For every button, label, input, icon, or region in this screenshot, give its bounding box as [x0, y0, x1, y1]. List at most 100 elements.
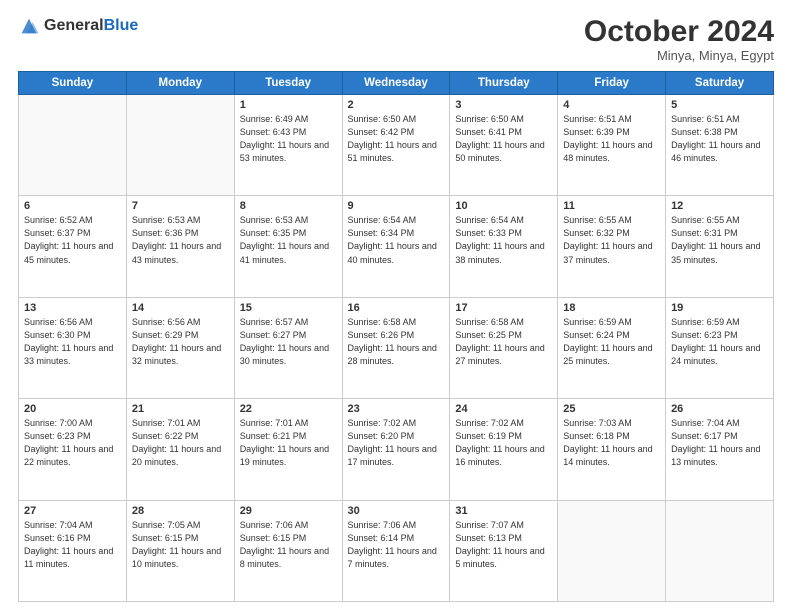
day-number: 23	[348, 403, 445, 415]
day-info: Sunrise: 6:55 AM Sunset: 6:32 PM Dayligh…	[563, 214, 660, 266]
day-info: Sunrise: 7:07 AM Sunset: 6:13 PM Dayligh…	[455, 519, 552, 571]
calendar-cell: 7Sunrise: 6:53 AM Sunset: 6:36 PM Daylig…	[126, 196, 234, 297]
calendar-week-2: 6 Sunrise: 6:52 AM Sunset: 6:37 PM Daylig…	[19, 196, 774, 297]
day-info: Sunrise: 7:04 AM Sunset: 6:17 PM Dayligh…	[671, 417, 768, 469]
logo-blue: Blue	[104, 17, 139, 34]
calendar-cell: 9 Sunrise: 6:54 AM Sunset: 6:34 PM Daylig…	[342, 196, 450, 297]
calendar-cell: 18 Sunrise: 6:59 AM Sunset: 6:24 PM Dayli…	[558, 297, 666, 398]
day-number: 5	[671, 99, 768, 111]
calendar-cell: 1Sunrise: 6:49 AM Sunset: 6:43 PM Daylig…	[234, 95, 342, 196]
calendar-cell: 26 Sunrise: 7:04 AM Sunset: 6:17 PM Dayli…	[666, 399, 774, 500]
day-info: Sunrise: 6:49 AM Sunset: 6:43 PM Dayligh…	[240, 113, 337, 165]
day-number: 13	[24, 302, 121, 314]
weekday-header-saturday: Saturday	[666, 72, 774, 95]
day-info: Sunrise: 7:02 AM Sunset: 6:19 PM Dayligh…	[455, 417, 552, 469]
page: GeneralBlue October 2024 Minya, Minya, E…	[0, 0, 792, 612]
day-info: Sunrise: 6:54 AM Sunset: 6:34 PM Dayligh…	[348, 214, 445, 266]
day-number: 2	[348, 99, 445, 111]
day-info: Sunrise: 7:00 AM Sunset: 6:23 PM Dayligh…	[24, 417, 121, 469]
weekday-header-thursday: Thursday	[450, 72, 558, 95]
weekday-header-sunday: Sunday	[19, 72, 127, 95]
calendar-cell: 31 Sunrise: 7:07 AM Sunset: 6:13 PM Dayli…	[450, 500, 558, 601]
calendar-cell: 5 Sunrise: 6:51 AM Sunset: 6:38 PM Daylig…	[666, 95, 774, 196]
day-info: Sunrise: 6:53 AM Sunset: 6:35 PM Dayligh…	[240, 214, 337, 266]
calendar-cell: 12 Sunrise: 6:55 AM Sunset: 6:31 PM Dayli…	[666, 196, 774, 297]
day-info: Sunrise: 7:02 AM Sunset: 6:20 PM Dayligh…	[348, 417, 445, 469]
calendar-cell	[558, 500, 666, 601]
day-info: Sunrise: 6:50 AM Sunset: 6:41 PM Dayligh…	[455, 113, 552, 165]
calendar-cell: 14 Sunrise: 6:56 AM Sunset: 6:29 PM Dayli…	[126, 297, 234, 398]
location-subtitle: Minya, Minya, Egypt	[584, 48, 774, 63]
day-info: Sunrise: 6:58 AM Sunset: 6:26 PM Dayligh…	[348, 316, 445, 368]
month-title: October 2024	[584, 15, 774, 48]
day-number: 3	[455, 99, 552, 111]
day-info: Sunrise: 6:56 AM Sunset: 6:30 PM Dayligh…	[24, 316, 121, 368]
day-number: 10	[455, 200, 552, 212]
calendar-cell: 23 Sunrise: 7:02 AM Sunset: 6:20 PM Dayli…	[342, 399, 450, 500]
day-info: Sunrise: 7:06 AM Sunset: 6:15 PM Dayligh…	[240, 519, 337, 571]
weekday-header-monday: Monday	[126, 72, 234, 95]
calendar-week-5: 27Sunrise: 7:04 AM Sunset: 6:16 PM Dayli…	[19, 500, 774, 601]
calendar-week-1: 1Sunrise: 6:49 AM Sunset: 6:43 PM Daylig…	[19, 95, 774, 196]
day-info: Sunrise: 7:05 AM Sunset: 6:15 PM Dayligh…	[132, 519, 229, 571]
calendar-cell	[666, 500, 774, 601]
day-info: Sunrise: 6:52 AM Sunset: 6:37 PM Dayligh…	[24, 214, 121, 266]
calendar-cell: 11Sunrise: 6:55 AM Sunset: 6:32 PM Dayli…	[558, 196, 666, 297]
calendar-cell: 3 Sunrise: 6:50 AM Sunset: 6:41 PM Daylig…	[450, 95, 558, 196]
day-number: 12	[671, 200, 768, 212]
day-info: Sunrise: 6:56 AM Sunset: 6:29 PM Dayligh…	[132, 316, 229, 368]
day-info: Sunrise: 6:51 AM Sunset: 6:38 PM Dayligh…	[671, 113, 768, 165]
calendar-cell: 28 Sunrise: 7:05 AM Sunset: 6:15 PM Dayli…	[126, 500, 234, 601]
calendar-cell: 8 Sunrise: 6:53 AM Sunset: 6:35 PM Daylig…	[234, 196, 342, 297]
logo-icon	[18, 15, 40, 37]
day-number: 17	[455, 302, 552, 314]
day-info: Sunrise: 7:01 AM Sunset: 6:21 PM Dayligh…	[240, 417, 337, 469]
weekday-header-tuesday: Tuesday	[234, 72, 342, 95]
calendar-cell: 22Sunrise: 7:01 AM Sunset: 6:21 PM Dayli…	[234, 399, 342, 500]
calendar-cell: 25 Sunrise: 7:03 AM Sunset: 6:18 PM Dayli…	[558, 399, 666, 500]
calendar-cell: 16 Sunrise: 6:58 AM Sunset: 6:26 PM Dayli…	[342, 297, 450, 398]
day-info: Sunrise: 7:03 AM Sunset: 6:18 PM Dayligh…	[563, 417, 660, 469]
weekday-header-wednesday: Wednesday	[342, 72, 450, 95]
day-info: Sunrise: 7:06 AM Sunset: 6:14 PM Dayligh…	[348, 519, 445, 571]
calendar-week-3: 13 Sunrise: 6:56 AM Sunset: 6:30 PM Dayli…	[19, 297, 774, 398]
calendar-cell: 24Sunrise: 7:02 AM Sunset: 6:19 PM Dayli…	[450, 399, 558, 500]
day-number: 18	[563, 302, 660, 314]
day-number: 19	[671, 302, 768, 314]
day-number: 31	[455, 505, 552, 517]
day-info: Sunrise: 6:51 AM Sunset: 6:39 PM Dayligh…	[563, 113, 660, 165]
day-number: 27	[24, 505, 121, 517]
day-info: Sunrise: 6:55 AM Sunset: 6:31 PM Dayligh…	[671, 214, 768, 266]
day-number: 25	[563, 403, 660, 415]
title-area: October 2024 Minya, Minya, Egypt	[584, 15, 774, 63]
day-number: 20	[24, 403, 121, 415]
calendar-cell: 6 Sunrise: 6:52 AM Sunset: 6:37 PM Daylig…	[19, 196, 127, 297]
day-number: 28	[132, 505, 229, 517]
calendar-week-4: 20 Sunrise: 7:00 AM Sunset: 6:23 PM Dayli…	[19, 399, 774, 500]
day-number: 29	[240, 505, 337, 517]
day-number: 9	[348, 200, 445, 212]
day-number: 26	[671, 403, 768, 415]
day-number: 15	[240, 302, 337, 314]
day-number: 30	[348, 505, 445, 517]
calendar-cell: 15Sunrise: 6:57 AM Sunset: 6:27 PM Dayli…	[234, 297, 342, 398]
calendar-cell: 10 Sunrise: 6:54 AM Sunset: 6:33 PM Dayli…	[450, 196, 558, 297]
day-number: 8	[240, 200, 337, 212]
calendar-cell: 17 Sunrise: 6:58 AM Sunset: 6:25 PM Dayli…	[450, 297, 558, 398]
day-number: 7	[132, 200, 229, 212]
weekday-header-row: SundayMondayTuesdayWednesdayThursdayFrid…	[19, 72, 774, 95]
day-number: 4	[563, 99, 660, 111]
calendar-cell: 21Sunrise: 7:01 AM Sunset: 6:22 PM Dayli…	[126, 399, 234, 500]
calendar-cell: 27Sunrise: 7:04 AM Sunset: 6:16 PM Dayli…	[19, 500, 127, 601]
day-info: Sunrise: 7:01 AM Sunset: 6:22 PM Dayligh…	[132, 417, 229, 469]
header: GeneralBlue October 2024 Minya, Minya, E…	[18, 15, 774, 63]
calendar-cell: 19Sunrise: 6:59 AM Sunset: 6:23 PM Dayli…	[666, 297, 774, 398]
day-info: Sunrise: 6:54 AM Sunset: 6:33 PM Dayligh…	[455, 214, 552, 266]
calendar-cell: 4 Sunrise: 6:51 AM Sunset: 6:39 PM Daylig…	[558, 95, 666, 196]
day-number: 6	[24, 200, 121, 212]
day-number: 16	[348, 302, 445, 314]
day-info: Sunrise: 6:59 AM Sunset: 6:24 PM Dayligh…	[563, 316, 660, 368]
day-number: 14	[132, 302, 229, 314]
calendar-cell: 29 Sunrise: 7:06 AM Sunset: 6:15 PM Dayli…	[234, 500, 342, 601]
day-info: Sunrise: 6:58 AM Sunset: 6:25 PM Dayligh…	[455, 316, 552, 368]
